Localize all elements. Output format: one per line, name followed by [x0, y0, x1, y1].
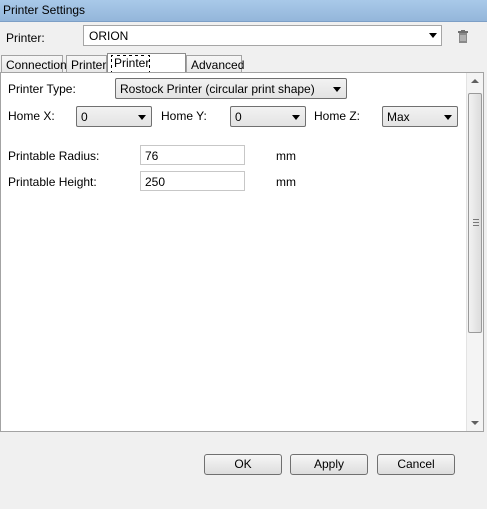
- home-z-value: Max: [387, 110, 410, 124]
- height-unit: mm: [276, 175, 296, 189]
- chevron-down-icon: [138, 115, 146, 120]
- home-z-select[interactable]: Max: [382, 106, 458, 127]
- printer-type-value: Rostock Printer (circular print shape): [120, 82, 315, 96]
- printer-shape-panel: Printer Type: Rostock Printer (circular …: [0, 72, 484, 432]
- printable-height-value: 250: [145, 175, 166, 189]
- scroll-thumb[interactable]: [468, 93, 482, 333]
- home-z-label: Home Z:: [314, 109, 361, 123]
- tab-label: Advanced: [191, 58, 245, 72]
- printable-radius-input[interactable]: 76: [140, 145, 245, 165]
- tab-label: Connection: [6, 58, 67, 72]
- ok-button[interactable]: OK: [204, 454, 282, 475]
- home-y-label: Home Y:: [161, 109, 207, 123]
- tab-printer-shape[interactable]: Printer Shape: [107, 53, 186, 85]
- chevron-down-icon: [292, 115, 300, 120]
- window-title: Printer Settings: [3, 3, 86, 17]
- printer-select[interactable]: ORION: [83, 25, 442, 46]
- chevron-down-icon: [429, 33, 437, 38]
- printable-radius-value: 76: [145, 149, 159, 163]
- chevron-down-icon: [444, 115, 452, 120]
- home-x-label: Home X:: [8, 109, 55, 123]
- home-y-value: 0: [235, 110, 242, 124]
- chevron-down-icon: [333, 87, 341, 92]
- tab-label: Printer: [71, 58, 107, 72]
- apply-button[interactable]: Apply: [290, 454, 368, 475]
- home-x-value: 0: [81, 110, 88, 124]
- trash-icon[interactable]: [455, 29, 471, 45]
- printable-radius-label: Printable Radius:: [8, 149, 100, 163]
- scroll-down-icon[interactable]: [471, 421, 479, 425]
- home-y-select[interactable]: 0: [230, 106, 306, 127]
- printer-select-value: ORION: [89, 29, 129, 43]
- scroll-up-icon[interactable]: [471, 79, 479, 83]
- tab-bar: Connection Printer Printer Shape Advance…: [0, 53, 487, 85]
- grip-icon: [473, 219, 479, 226]
- printer-label: Printer:: [6, 31, 45, 45]
- printable-height-label: Printable Height:: [8, 175, 97, 189]
- cancel-button[interactable]: Cancel: [377, 454, 455, 475]
- radius-unit: mm: [276, 149, 296, 163]
- printer-type-select[interactable]: Rostock Printer (circular print shape): [115, 78, 347, 99]
- title-bar: Printer Settings: [0, 0, 487, 22]
- printable-height-input[interactable]: 250: [140, 171, 245, 191]
- home-x-select[interactable]: 0: [76, 106, 152, 127]
- printer-type-label: Printer Type:: [8, 82, 76, 96]
- vertical-scrollbar[interactable]: [466, 73, 483, 431]
